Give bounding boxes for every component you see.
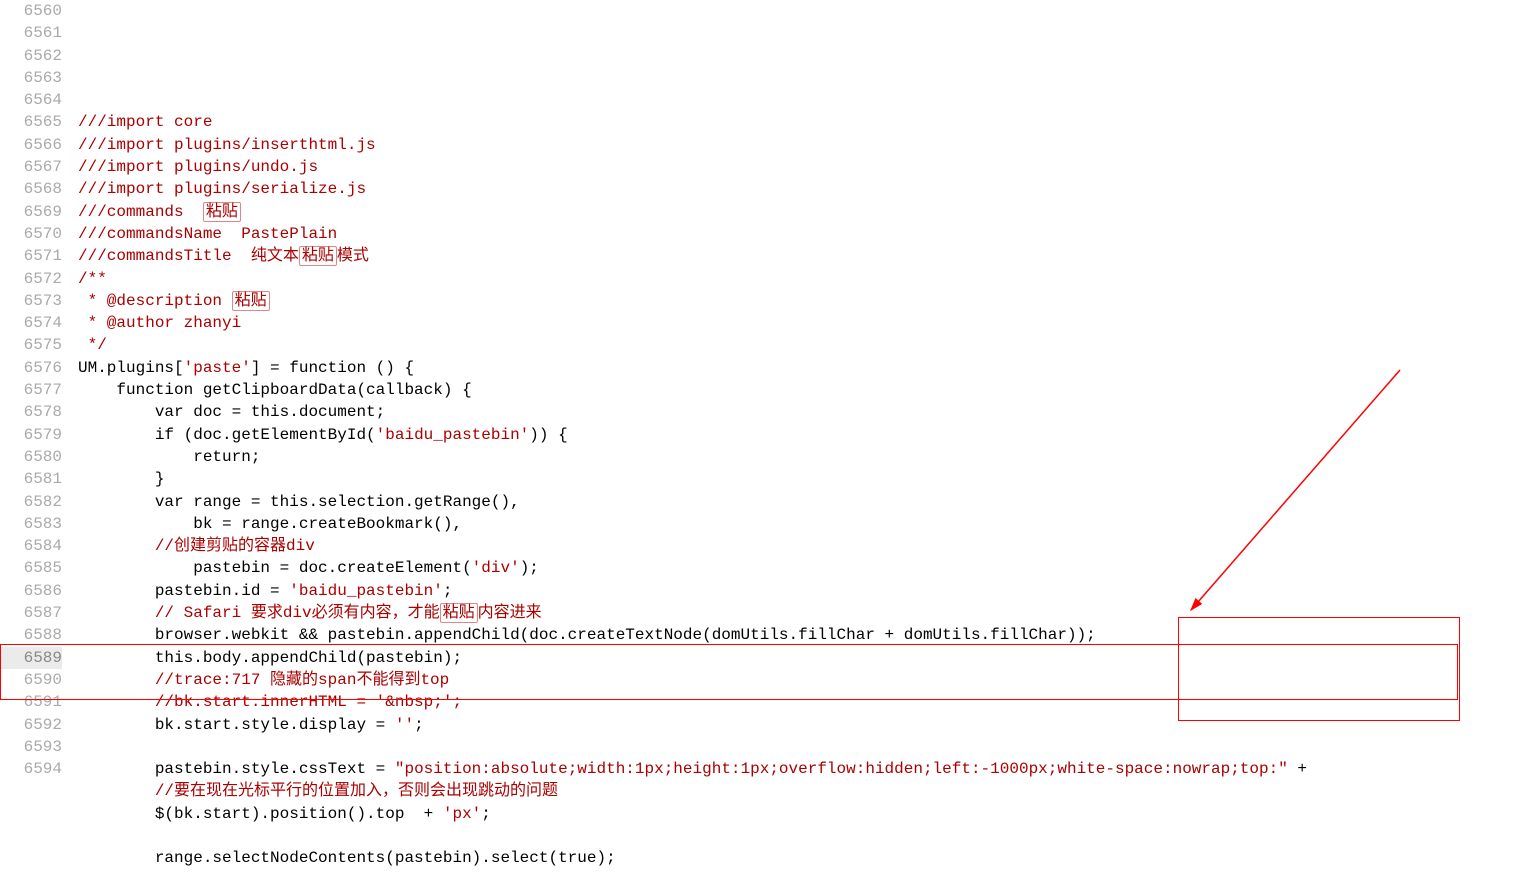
- line-number: 6592: [0, 714, 62, 736]
- line-number: 6585: [0, 557, 62, 579]
- code-line[interactable]: //要在现在光标平行的位置加入，否则会出现跳动的问题: [78, 780, 1534, 802]
- code-line[interactable]: ///import plugins/undo.js: [78, 156, 1534, 178]
- line-number: 6571: [0, 245, 62, 267]
- line-number: 6578: [0, 401, 62, 423]
- line-number: 6561: [0, 22, 62, 44]
- code-line[interactable]: range.selectNodeContents(pastebin).selec…: [78, 847, 1534, 869]
- code-line[interactable]: //trace:717 隐藏的span不能得到top: [78, 669, 1534, 691]
- code-line[interactable]: return;: [78, 446, 1534, 468]
- code-line[interactable]: */: [78, 334, 1534, 356]
- code-line[interactable]: var doc = this.document;: [78, 401, 1534, 423]
- code-line[interactable]: function getClipboardData(callback) {: [78, 379, 1534, 401]
- line-number: 6560: [0, 0, 62, 22]
- code-line[interactable]: [78, 870, 1534, 892]
- code-line[interactable]: UM.plugins['paste'] = function () {: [78, 357, 1534, 379]
- code-line[interactable]: bk.start.style.display = '';: [78, 714, 1534, 736]
- line-number: 6575: [0, 334, 62, 356]
- code-line[interactable]: pastebin.style.cssText = "position:absol…: [78, 758, 1534, 780]
- line-number: 6564: [0, 89, 62, 111]
- code-line[interactable]: pastebin = doc.createElement('div');: [78, 557, 1534, 579]
- code-line[interactable]: ///commandsTitle 纯文本粘贴模式: [78, 245, 1534, 267]
- code-line[interactable]: bk = range.createBookmark(),: [78, 513, 1534, 535]
- code-line[interactable]: browser.webkit && pastebin.appendChild(d…: [78, 624, 1534, 646]
- line-number: 6587: [0, 602, 62, 624]
- line-number: 6582: [0, 491, 62, 513]
- line-number: 6588: [0, 624, 62, 646]
- line-number: 6567: [0, 156, 62, 178]
- search-highlight: 粘贴: [232, 291, 270, 311]
- line-number: 6584: [0, 535, 62, 557]
- line-number: 6586: [0, 580, 62, 602]
- code-editor: 6560656165626563656465656566656765686569…: [0, 0, 1534, 892]
- code-line[interactable]: [78, 825, 1534, 847]
- line-number: 6593: [0, 736, 62, 758]
- code-line[interactable]: ///commands 粘贴: [78, 201, 1534, 223]
- line-number: 6576: [0, 357, 62, 379]
- line-number: 6590: [0, 669, 62, 691]
- line-number: 6591: [0, 691, 62, 713]
- line-number: 6573: [0, 290, 62, 312]
- code-line[interactable]: this.body.appendChild(pastebin);: [78, 647, 1534, 669]
- code-line[interactable]: ///commandsName PastePlain: [78, 223, 1534, 245]
- code-line[interactable]: /**: [78, 268, 1534, 290]
- code-line[interactable]: var range = this.selection.getRange(),: [78, 491, 1534, 513]
- line-number: 6570: [0, 223, 62, 245]
- code-line[interactable]: pastebin.id = 'baidu_pastebin';: [78, 580, 1534, 602]
- search-highlight: 粘贴: [299, 246, 337, 266]
- line-number: 6580: [0, 446, 62, 468]
- code-line[interactable]: }: [78, 468, 1534, 490]
- line-number: 6581: [0, 468, 62, 490]
- code-line[interactable]: * @description 粘贴: [78, 290, 1534, 312]
- code-area[interactable]: ///import core///import plugins/insertht…: [78, 0, 1534, 892]
- code-line[interactable]: * @author zhanyi: [78, 312, 1534, 334]
- line-number: 6589: [0, 647, 62, 669]
- line-number: 6577: [0, 379, 62, 401]
- code-line[interactable]: ///import core: [78, 111, 1534, 133]
- line-number: 6583: [0, 513, 62, 535]
- line-number: 6569: [0, 201, 62, 223]
- code-line[interactable]: //bk.start.innerHTML = '&nbsp;';: [78, 691, 1534, 713]
- line-number: 6579: [0, 424, 62, 446]
- line-number: 6566: [0, 134, 62, 156]
- line-number: 6574: [0, 312, 62, 334]
- search-highlight: 粘贴: [440, 603, 478, 623]
- line-number: 6563: [0, 67, 62, 89]
- line-number: 6572: [0, 268, 62, 290]
- line-number: 6565: [0, 111, 62, 133]
- line-number: 6562: [0, 45, 62, 67]
- code-line[interactable]: ///import plugins/serialize.js: [78, 178, 1534, 200]
- line-number: 6568: [0, 178, 62, 200]
- code-line[interactable]: if (doc.getElementById('baidu_pastebin')…: [78, 424, 1534, 446]
- code-line[interactable]: ///import plugins/inserthtml.js: [78, 134, 1534, 156]
- code-line[interactable]: [78, 736, 1534, 758]
- code-line[interactable]: //创建剪贴的容器div: [78, 535, 1534, 557]
- search-highlight: 粘贴: [203, 202, 241, 222]
- line-gutter: 6560656165626563656465656566656765686569…: [0, 0, 78, 892]
- line-number: 6594: [0, 758, 62, 780]
- code-line[interactable]: $(bk.start).position().top + 'px';: [78, 803, 1534, 825]
- code-line[interactable]: // Safari 要求div必须有内容，才能粘贴内容进来: [78, 602, 1534, 624]
